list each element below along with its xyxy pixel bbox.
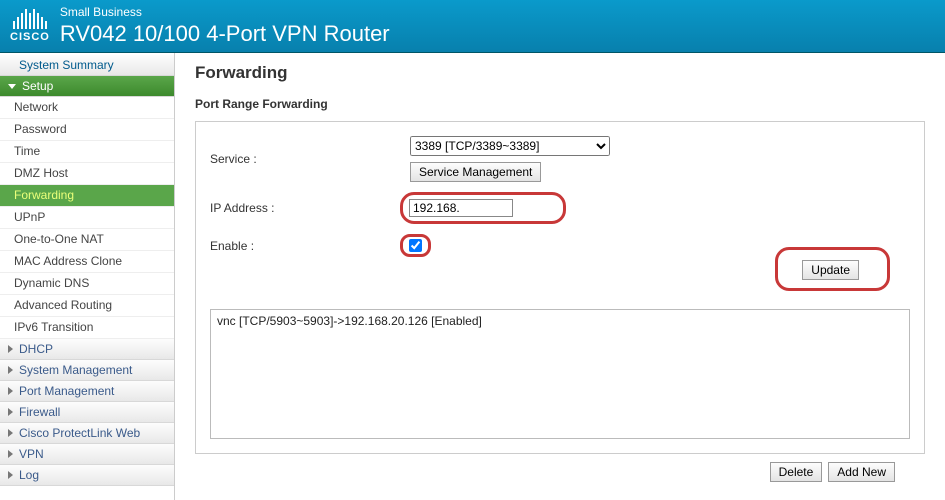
sidebar-item-label: System Management bbox=[19, 363, 132, 377]
sidebar: System Summary Setup Network Password Ti… bbox=[0, 53, 175, 500]
sidebar-item-label: DHCP bbox=[19, 342, 53, 356]
chevron-right-icon bbox=[8, 429, 13, 437]
sidebar-sub-dmz-host[interactable]: DMZ Host bbox=[0, 163, 174, 185]
sidebar-item-dhcp[interactable]: DHCP bbox=[0, 339, 174, 360]
section-title: Port Range Forwarding bbox=[195, 97, 925, 111]
delete-button[interactable]: Delete bbox=[770, 462, 823, 482]
sidebar-sub-upnp[interactable]: UPnP bbox=[0, 207, 174, 229]
enable-checkbox[interactable] bbox=[409, 239, 422, 252]
forwarding-list[interactable]: vnc [TCP/5903~5903]->192.168.20.126 [Ena… bbox=[210, 309, 910, 439]
bottom-actions: Delete Add New bbox=[195, 462, 925, 482]
sidebar-item-label: Firewall bbox=[19, 405, 60, 419]
cisco-bars-icon bbox=[13, 9, 47, 29]
chevron-right-icon bbox=[8, 450, 13, 458]
sidebar-sub-mac-address-clone[interactable]: MAC Address Clone bbox=[0, 251, 174, 273]
ip-row: IP Address : bbox=[210, 192, 910, 224]
sidebar-sub-one-to-one-nat[interactable]: One-to-One NAT bbox=[0, 229, 174, 251]
enable-highlight-box bbox=[400, 234, 431, 257]
service-management-button[interactable]: Service Management bbox=[410, 162, 541, 182]
chevron-right-icon bbox=[8, 366, 13, 374]
add-new-button[interactable]: Add New bbox=[828, 462, 895, 482]
sidebar-sub-ipv6-transition[interactable]: IPv6 Transition bbox=[0, 317, 174, 339]
list-item[interactable]: vnc [TCP/5903~5903]->192.168.20.126 [Ena… bbox=[217, 314, 903, 328]
page-title: Forwarding bbox=[195, 63, 925, 83]
sidebar-item-label: Cisco ProtectLink Web bbox=[19, 426, 140, 440]
service-row: Service : 3389 [TCP/3389~3389] Service M… bbox=[210, 136, 910, 182]
sidebar-item-label: Log bbox=[19, 468, 39, 482]
sidebar-sub-advanced-routing[interactable]: Advanced Routing bbox=[0, 295, 174, 317]
chevron-right-icon bbox=[8, 408, 13, 416]
sidebar-item-port-management[interactable]: Port Management bbox=[0, 381, 174, 402]
sidebar-item-label: System Summary bbox=[19, 58, 114, 72]
sidebar-item-label: VPN bbox=[19, 447, 44, 461]
sidebar-item-setup[interactable]: Setup bbox=[0, 76, 174, 97]
sidebar-item-vpn[interactable]: VPN bbox=[0, 444, 174, 465]
form-panel: Service : 3389 [TCP/3389~3389] Service M… bbox=[195, 121, 925, 454]
sidebar-sub-network[interactable]: Network bbox=[0, 97, 174, 119]
content-area: Forwarding Port Range Forwarding Service… bbox=[175, 53, 945, 500]
header-titles: Small Business RV042 10/100 4-Port VPN R… bbox=[60, 5, 390, 47]
sidebar-sub-dynamic-dns[interactable]: Dynamic DNS bbox=[0, 273, 174, 295]
sidebar-sub-forwarding[interactable]: Forwarding bbox=[0, 185, 174, 207]
chevron-down-icon bbox=[8, 84, 16, 89]
update-button[interactable]: Update bbox=[802, 260, 859, 280]
sidebar-item-system-management[interactable]: System Management bbox=[0, 360, 174, 381]
enable-label: Enable : bbox=[210, 239, 410, 253]
service-select[interactable]: 3389 [TCP/3389~3389] bbox=[410, 136, 610, 156]
chevron-right-icon bbox=[8, 387, 13, 395]
chevron-right-icon bbox=[8, 471, 13, 479]
sidebar-item-cisco-protectlink-web[interactable]: Cisco ProtectLink Web bbox=[0, 423, 174, 444]
chevron-right-icon bbox=[8, 345, 13, 353]
ip-label: IP Address : bbox=[210, 201, 410, 215]
small-business-label: Small Business bbox=[60, 5, 390, 19]
update-highlight-box: Update bbox=[775, 247, 890, 291]
cisco-logo: CISCO bbox=[10, 9, 50, 43]
brand-name: CISCO bbox=[10, 31, 50, 43]
header: CISCO Small Business RV042 10/100 4-Port… bbox=[0, 0, 945, 53]
sidebar-item-label: Setup bbox=[22, 79, 53, 93]
sidebar-item-firewall[interactable]: Firewall bbox=[0, 402, 174, 423]
sidebar-sub-password[interactable]: Password bbox=[0, 119, 174, 141]
service-label: Service : bbox=[210, 152, 410, 166]
ip-address-input[interactable] bbox=[409, 199, 513, 217]
sidebar-item-system-summary[interactable]: System Summary bbox=[0, 55, 174, 76]
model-title: RV042 10/100 4-Port VPN Router bbox=[60, 21, 390, 47]
sidebar-sub-time[interactable]: Time bbox=[0, 141, 174, 163]
ip-highlight-box bbox=[400, 192, 566, 224]
sidebar-item-log[interactable]: Log bbox=[0, 465, 174, 486]
sidebar-item-label: Port Management bbox=[19, 384, 114, 398]
